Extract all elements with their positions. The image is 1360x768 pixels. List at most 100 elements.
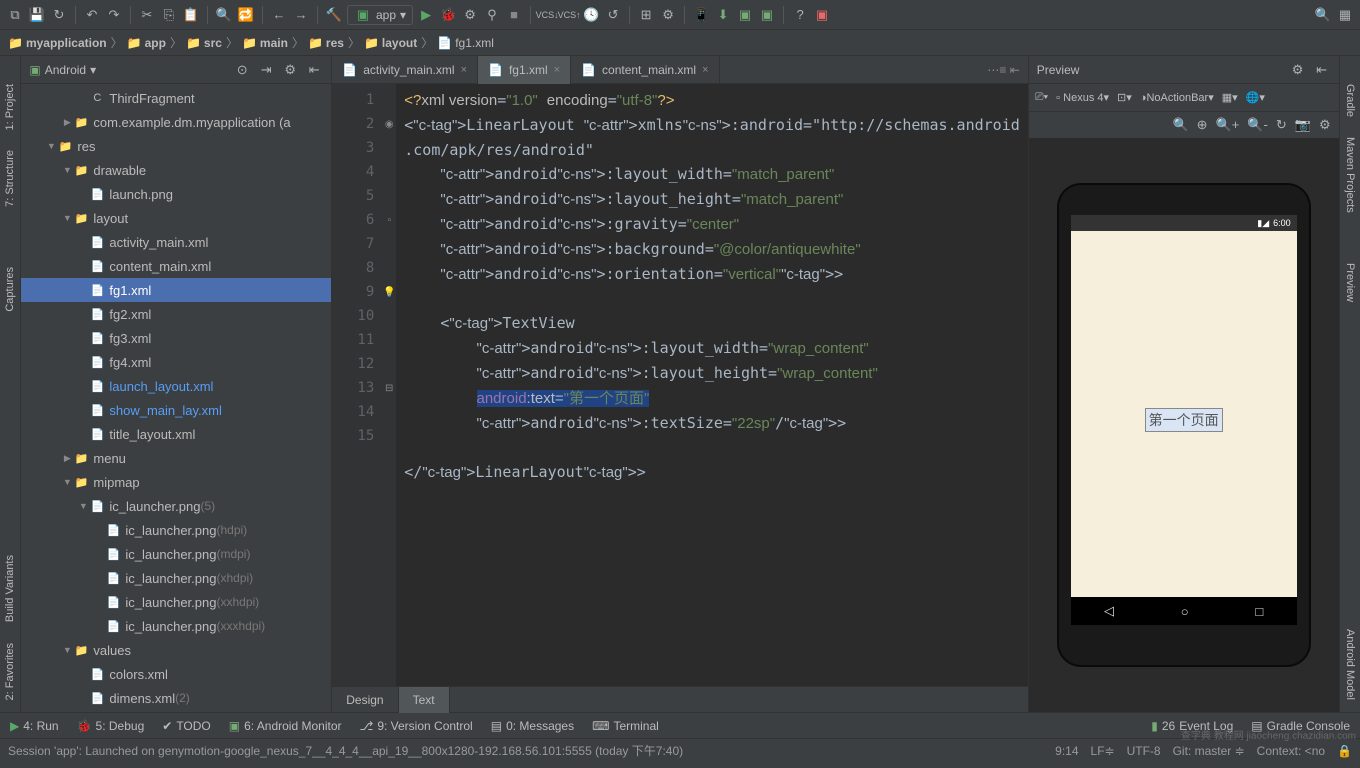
api-icon[interactable]: 🌐▾ <box>1246 91 1265 104</box>
attach-icon[interactable]: ⚲ <box>483 6 501 24</box>
editor-tab[interactable]: 📄content_main.xml× <box>571 56 719 84</box>
locale-icon[interactable]: ▦▾ <box>1222 91 1238 104</box>
tree-item[interactable]: ▶📁com.example.dm.myapplication (a <box>21 110 331 134</box>
redo-icon[interactable]: ↷ <box>105 6 123 24</box>
tree-item[interactable]: 📄launch.png <box>21 182 331 206</box>
tree-item[interactable]: 📄content_main.xml <box>21 254 331 278</box>
hide-icon[interactable]: ⇤ <box>1313 61 1331 79</box>
settings-icon[interactable]: ⚙ <box>1289 61 1307 79</box>
revert-icon[interactable]: ↺ <box>604 6 622 24</box>
find-icon[interactable]: 🔍 <box>215 6 233 24</box>
tree-item[interactable]: 📄show_main_lay.xml <box>21 398 331 422</box>
tree-item[interactable]: ▼📁mipmap <box>21 470 331 494</box>
code-area[interactable]: <?xml version="1.0" encoding="utf-8"?> <… <box>396 84 1028 686</box>
tree-item[interactable]: 📄ic_launcher.png (xxhdpi) <box>21 590 331 614</box>
breadcrumb-item[interactable]: 📁 layout <box>364 36 417 50</box>
gutter-captures[interactable]: Captures <box>2 259 18 320</box>
breadcrumb-item[interactable]: 📁 myapplication <box>8 36 107 50</box>
encoding[interactable]: UTF-8 <box>1127 744 1161 758</box>
bb-vcs[interactable]: ⎇9: Version Control <box>360 719 473 733</box>
scroll-from-icon[interactable]: ⊙ <box>233 61 251 79</box>
gutter-favorites[interactable]: 2: Favorites <box>2 635 18 708</box>
orientation-icon[interactable]: ⊡▾ <box>1117 91 1132 104</box>
tree-item[interactable]: ▼📁drawable <box>21 158 331 182</box>
tree-item[interactable]: ▼📁values <box>21 638 331 662</box>
genymotion-icon[interactable]: ▣ <box>813 6 831 24</box>
sdk-mgr-icon[interactable]: ⬇ <box>714 6 732 24</box>
avd-icon[interactable]: 📱 <box>692 6 710 24</box>
refresh-icon[interactable]: ↻ <box>1276 117 1287 133</box>
tree-item[interactable]: ▶📁menu <box>21 446 331 470</box>
search-icon[interactable]: 🔍 <box>1314 6 1332 24</box>
bb-todo[interactable]: ✔TODO <box>162 719 211 733</box>
back-icon[interactable]: ← <box>270 6 288 24</box>
debug-icon[interactable]: 🐞 <box>439 6 457 24</box>
close-icon[interactable]: × <box>461 64 467 76</box>
tab-text[interactable]: Text <box>399 687 450 713</box>
tree-item[interactable]: ▼📁res <box>21 134 331 158</box>
theme-selector[interactable]: ◑NoActionBar▾ <box>1140 91 1214 104</box>
render-config-icon[interactable]: ⎚▾ <box>1035 91 1048 104</box>
project-view-selector[interactable]: Android <box>45 63 86 77</box>
gutter-preview[interactable]: Preview <box>1342 255 1358 310</box>
run-icon[interactable]: ▶ <box>417 6 435 24</box>
build-icon[interactable]: 🔨 <box>325 6 343 24</box>
gutter-android-model[interactable]: Android Model <box>1342 621 1358 708</box>
bb-messages[interactable]: ▤0: Messages <box>491 719 574 733</box>
cut-icon[interactable]: ✂ <box>138 6 156 24</box>
tree-item[interactable]: 📄fg1.xml <box>21 278 331 302</box>
tree-item[interactable]: 📄fg2.xml <box>21 302 331 326</box>
bb-terminal[interactable]: ⌨Terminal <box>592 719 659 733</box>
help-icon[interactable]: ? <box>791 6 809 24</box>
tree-item[interactable]: 📄colors.xml <box>21 662 331 686</box>
breadcrumb-item[interactable]: 📁 src <box>186 36 222 50</box>
sdk-icon[interactable]: ⚙ <box>659 6 677 24</box>
tree-item[interactable]: 📄ic_launcher.png (hdpi) <box>21 518 331 542</box>
forward-icon[interactable]: → <box>292 6 310 24</box>
bb-debug[interactable]: 🐞5: Debug <box>77 719 145 733</box>
copy-icon[interactable]: ⎘ <box>160 6 178 24</box>
context[interactable]: Context: <no <box>1257 744 1325 758</box>
ddms-icon[interactable]: ▣ <box>736 6 754 24</box>
tree-item[interactable]: 📄fg4.xml <box>21 350 331 374</box>
hide-icon[interactable]: ⇤ <box>305 61 323 79</box>
zoom-out-icon[interactable]: 🔍- <box>1247 117 1268 133</box>
zoom-actual-icon[interactable]: ⊕ <box>1197 117 1208 133</box>
open-icon[interactable]: ⧉ <box>6 6 24 24</box>
tree-item[interactable]: ▼📄ic_launcher.png (5) <box>21 494 331 518</box>
device-selector[interactable]: ▫ Nexus 4▾ <box>1056 91 1109 104</box>
tab-design[interactable]: Design <box>332 687 398 713</box>
settings-icon[interactable]: ▦ <box>1336 6 1354 24</box>
gutter-gradle[interactable]: Gradle <box>1342 76 1358 125</box>
tree-item[interactable]: 📄fg3.xml <box>21 326 331 350</box>
tree-item[interactable]: 📄launch_layout.xml <box>21 374 331 398</box>
settings-icon[interactable]: ⚙ <box>281 61 299 79</box>
breadcrumb-item[interactable]: 📁 res <box>308 36 344 50</box>
close-icon[interactable]: × <box>554 64 560 76</box>
project-tree[interactable]: CThirdFragment▶📁com.example.dm.myapplica… <box>21 84 331 712</box>
gutter-maven[interactable]: Maven Projects <box>1342 129 1358 221</box>
bb-android[interactable]: ▣6: Android Monitor <box>229 719 342 733</box>
bb-run[interactable]: ▶4: Run <box>10 719 59 733</box>
line-sep[interactable]: LF≑ <box>1091 744 1115 758</box>
run-config-selector[interactable]: ▣ app ▾ <box>347 5 413 25</box>
history-icon[interactable]: 🕓 <box>582 6 600 24</box>
zoom-in-icon[interactable]: 🔍+ <box>1216 117 1240 133</box>
gutter-structure[interactable]: 7: Structure <box>2 142 18 215</box>
vcs-commit-icon[interactable]: VCS↑ <box>560 6 578 24</box>
breadcrumb-item[interactable]: 📄 fg1.xml <box>437 36 494 50</box>
sync-icon[interactable]: ↻ <box>50 6 68 24</box>
gutter-build-variants[interactable]: Build Variants <box>2 547 18 630</box>
tree-item[interactable]: 📄ic_launcher.png (mdpi) <box>21 542 331 566</box>
breadcrumb-item[interactable]: 📁 main <box>242 36 288 50</box>
stop-icon[interactable]: ■ <box>505 6 523 24</box>
zoom-fit-icon[interactable]: 🔍 <box>1172 117 1188 133</box>
close-icon[interactable]: × <box>702 64 708 76</box>
paste-icon[interactable]: 📋 <box>182 6 200 24</box>
tree-item[interactable]: CThirdFragment <box>21 86 331 110</box>
settings-icon[interactable]: ⚙ <box>1319 117 1331 133</box>
editor-tab[interactable]: 📄activity_main.xml× <box>332 56 478 84</box>
tree-item[interactable]: 📄dimens.xml (2) <box>21 686 331 710</box>
screenshot-icon[interactable]: 📷 <box>1295 117 1311 133</box>
replace-icon[interactable]: 🔁 <box>237 6 255 24</box>
